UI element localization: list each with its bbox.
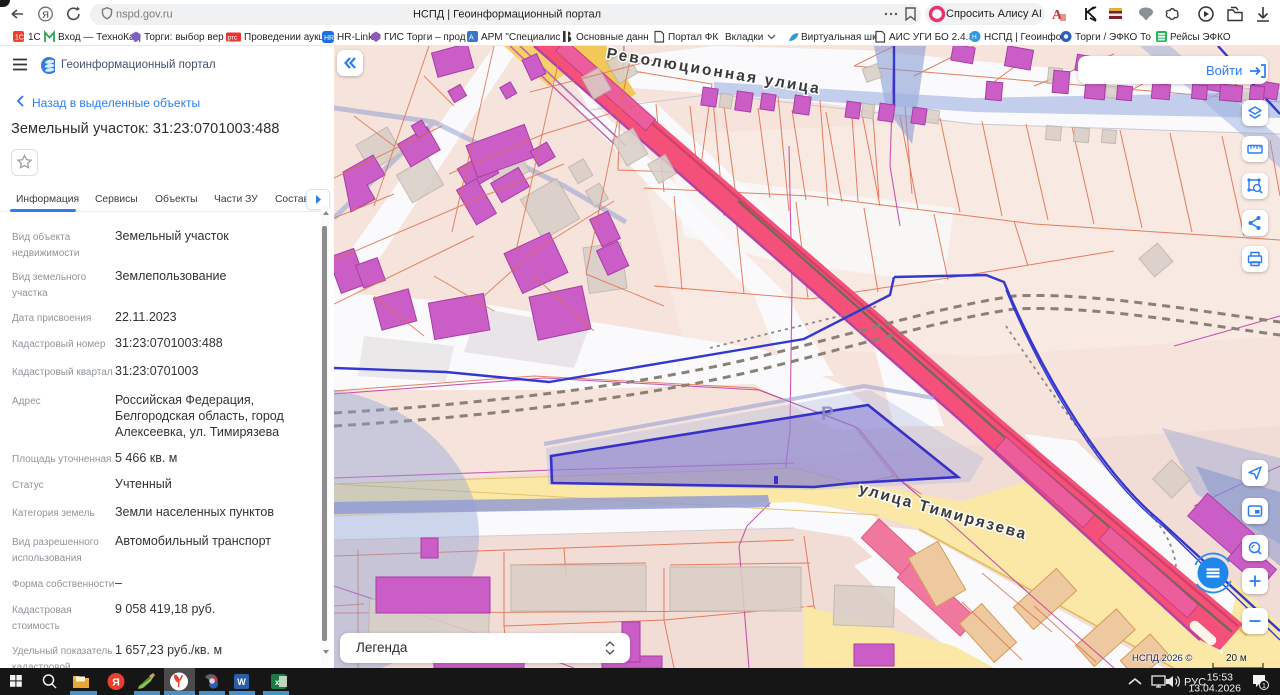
svg-text:Виртуальная шк: Виртуальная шк xyxy=(801,32,877,43)
svg-text:13.04.2026: 13.04.2026 xyxy=(1188,683,1241,695)
svg-text:1C: 1C xyxy=(15,35,24,42)
svg-text:x: x xyxy=(275,678,280,687)
svg-text:ртс: ртс xyxy=(228,35,238,42)
svg-text:HR: HR xyxy=(324,35,334,42)
svg-text:ГИС Торги – прод: ГИС Торги – прод xyxy=(384,32,466,43)
svg-text:Р: Р xyxy=(821,404,834,425)
svg-text:Я: Я xyxy=(112,677,120,689)
svg-text:АИС УГИ БО 2.4.3: АИС УГИ БО 2.4.3 xyxy=(889,32,974,43)
svg-text:Я: Я xyxy=(42,10,49,21)
svg-text:nspd.gov.ru: nspd.gov.ru xyxy=(116,9,173,21)
svg-text:Рейсы ЭФКО: Рейсы ЭФКО xyxy=(1170,32,1231,43)
svg-text:АРМ "Специалис: АРМ "Специалис xyxy=(481,32,560,43)
svg-text:Вкладки: Вкладки xyxy=(725,32,763,43)
svg-text:HR-Link: HR-Link xyxy=(337,32,374,43)
svg-text:1: 1 xyxy=(1262,681,1266,690)
svg-text:1С: 1С xyxy=(28,32,41,43)
svg-text:Н: Н xyxy=(972,34,977,41)
svg-text:НСПД | Геоинформационный порта: НСПД | Геоинформационный портал xyxy=(413,9,601,21)
svg-text:Вход — ТехноКад: Вход — ТехноКад xyxy=(58,32,141,43)
svg-text:Портал ФК: Портал ФК xyxy=(668,32,718,43)
svg-text:А: А xyxy=(469,35,474,42)
svg-text:Проведении аукц: Проведении аукц xyxy=(244,32,325,43)
svg-text:НСПД | Геоинфо: НСПД | Геоинфо xyxy=(984,31,1062,43)
svg-text:Торги / ЭФКО То: Торги / ЭФКО То xyxy=(1075,32,1151,43)
svg-text:W: W xyxy=(237,677,246,687)
svg-text:Торги: выбор вер: Торги: выбор вер xyxy=(144,31,224,43)
svg-text:Основные данн: Основные данн xyxy=(576,32,649,43)
